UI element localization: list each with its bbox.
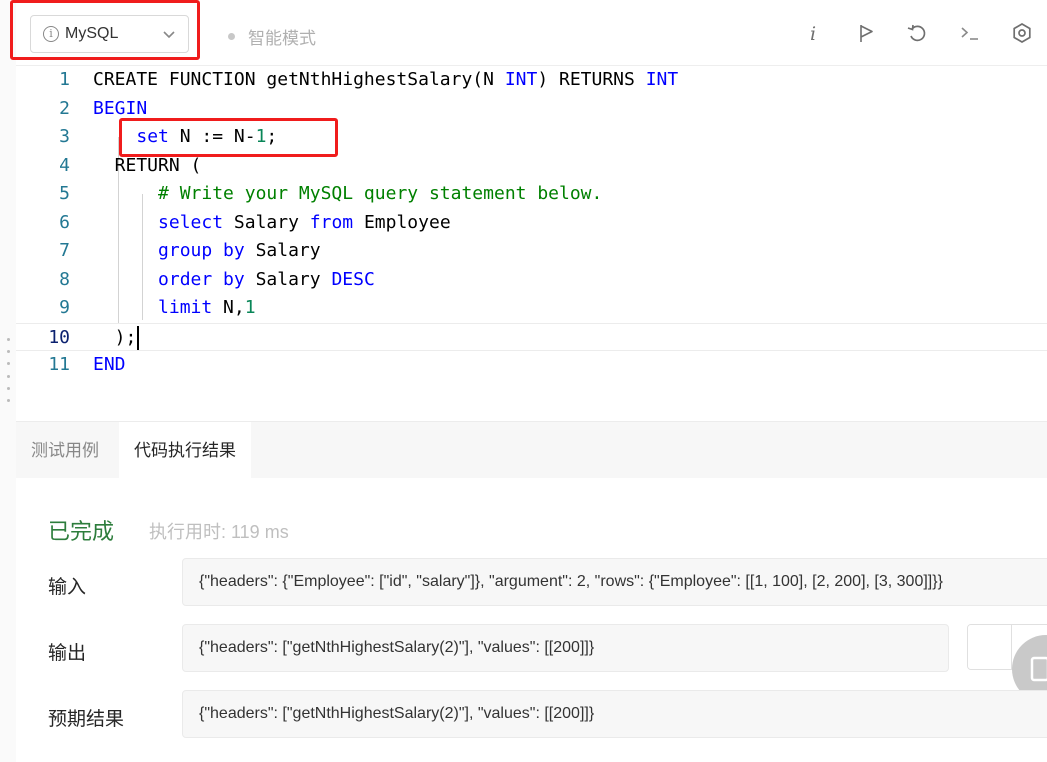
runtime-text: 执行用时: 119 ms: [149, 522, 289, 542]
code-text: order by Salary DESC: [93, 266, 375, 295]
reset-icon[interactable]: [906, 22, 928, 44]
code-token: limit: [158, 297, 213, 318]
code-line[interactable]: 6 select Salary from Employee: [16, 209, 1047, 238]
code-text: group by Salary: [93, 237, 321, 266]
code-line[interactable]: 7 group by Salary: [16, 237, 1047, 266]
code-text: );: [93, 324, 140, 353]
code-token: select: [158, 211, 224, 233]
code-token: ) RETURNS: [537, 69, 646, 90]
output-value[interactable]: {"headers": ["getNthHighestSalary(2)"], …: [182, 624, 949, 672]
code-text: # Write your MySQL query statement below…: [93, 180, 602, 209]
code-highlight-box: [119, 118, 338, 157]
code-line[interactable]: 1 CREATE FUNCTION getNthHighestSalary(N I…: [16, 66, 1047, 95]
tab-execution-result[interactable]: 代码执行结果: [119, 422, 251, 479]
line-number: 1: [59, 69, 70, 90]
code-token: END: [93, 354, 126, 375]
code-token: BEGIN: [93, 97, 148, 119]
line-number: 5: [59, 183, 70, 204]
run-flag-icon[interactable]: [855, 22, 877, 44]
expected-value[interactable]: {"headers": ["getNthHighestSalary(2)"], …: [182, 690, 1047, 738]
code-token: Salary: [244, 240, 321, 261]
code-text: select Salary from Employee: [93, 209, 451, 238]
code-token: );: [93, 326, 137, 348]
code-text: END: [93, 351, 126, 380]
line-number: 4: [59, 154, 70, 176]
code-token: INT: [645, 69, 679, 90]
input-label: 输入: [48, 577, 87, 598]
code-token: 1: [244, 297, 256, 318]
language-highlight-box: [10, 0, 200, 60]
smart-mode-label: 智能模式: [248, 29, 316, 48]
info-icon[interactable]: i: [803, 22, 825, 44]
code-line[interactable]: 10 );: [16, 322, 1047, 353]
line-number: 10: [48, 326, 70, 348]
code-token: # Write your MySQL query statement below…: [158, 183, 603, 204]
code-token: RETURN (: [93, 154, 202, 176]
code-line[interactable]: 11 END: [16, 351, 1047, 380]
line-number: 6: [59, 211, 70, 233]
code-token: group by: [158, 240, 245, 261]
svg-text:i: i: [810, 23, 816, 44]
document-icon: [1030, 656, 1047, 682]
code-token: N,: [212, 297, 245, 318]
status-label: 已完成: [48, 519, 115, 544]
console-icon[interactable]: [959, 22, 981, 44]
line-number: 7: [59, 240, 70, 261]
code-line[interactable]: 9 limit N,1: [16, 294, 1047, 323]
code-token: CREATE FUNCTION getNthHighestSalary(N: [93, 69, 505, 90]
code-token: Salary: [223, 211, 310, 233]
code-text: CREATE FUNCTION getNthHighestSalary(N IN…: [93, 66, 678, 95]
output-label: 输出: [48, 643, 87, 664]
mode-dot-icon: [228, 33, 235, 40]
result-tabs: 测试用例 代码执行结果: [16, 421, 1047, 479]
settings-icon[interactable]: [1011, 22, 1033, 44]
line-number: 8: [59, 268, 70, 290]
line-number: 2: [59, 97, 70, 119]
code-token: INT: [504, 69, 538, 90]
resize-grip[interactable]: [6, 338, 10, 402]
code-token: Salary: [244, 268, 332, 290]
input-value[interactable]: {"headers": {"Employee": ["id", "salary"…: [182, 558, 1047, 606]
line-number: 9: [59, 297, 70, 318]
tab-test-cases[interactable]: 测试用例: [16, 422, 114, 479]
result-panel: 测试用例 代码执行结果 已完成 执行用时: 119 ms 输入 {"header…: [16, 421, 1047, 762]
line-number: 3: [59, 126, 70, 147]
expected-label: 预期结果: [48, 709, 125, 730]
code-line[interactable]: 5 # Write your MySQL query statement bel…: [16, 180, 1047, 209]
code-text: limit N,1: [93, 294, 256, 323]
code-token: from: [309, 211, 354, 233]
code-token: order by: [158, 268, 245, 290]
code-token: Employee: [353, 211, 451, 233]
diff-checkbox[interactable]: [968, 625, 1012, 669]
code-token: DESC: [331, 268, 375, 290]
smart-mode-toggle[interactable]: 智能模式: [228, 24, 316, 49]
line-number: 11: [48, 354, 70, 375]
code-line[interactable]: 8 order by Salary DESC: [16, 266, 1047, 295]
text-cursor: [137, 325, 140, 350]
